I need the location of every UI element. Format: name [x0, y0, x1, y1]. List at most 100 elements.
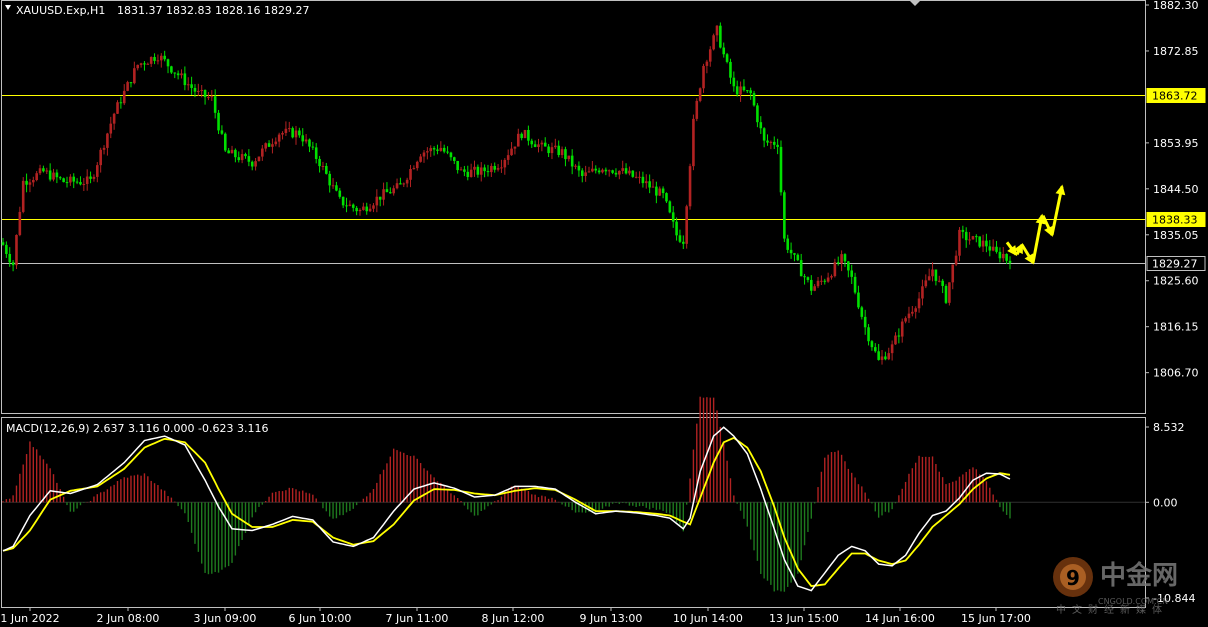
candle-body[interactable]: [284, 128, 288, 133]
candle-body[interactable]: [42, 168, 45, 172]
candle-body[interactable]: [506, 155, 510, 160]
candle-body[interactable]: [45, 170, 49, 172]
candle-body[interactable]: [321, 165, 325, 167]
candle-body[interactable]: [809, 279, 813, 291]
candle-body[interactable]: [358, 209, 362, 212]
candle-body[interactable]: [682, 241, 685, 244]
candle-body[interactable]: [163, 55, 166, 60]
candle-body[interactable]: [1005, 253, 1008, 261]
candle-body[interactable]: [756, 105, 759, 123]
candle-body[interactable]: [38, 168, 42, 174]
candle-body[interactable]: [580, 170, 584, 177]
candle-body[interactable]: [476, 166, 480, 175]
candle-body[interactable]: [11, 262, 15, 266]
candle-body[interactable]: [887, 353, 891, 360]
candle-body[interactable]: [203, 89, 207, 98]
candle-body[interactable]: [951, 264, 955, 283]
candle-body[interactable]: [287, 128, 291, 130]
candle-body[interactable]: [294, 130, 298, 138]
candle-body[interactable]: [230, 149, 234, 154]
candle-body[interactable]: [948, 282, 951, 303]
candle-body[interactable]: [345, 205, 348, 207]
candle-body[interactable]: [257, 156, 261, 162]
candle-body[interactable]: [513, 146, 517, 149]
candle-body[interactable]: [796, 254, 800, 261]
candle-body[interactable]: [789, 249, 793, 254]
candle-body[interactable]: [139, 63, 143, 65]
candle-body[interactable]: [436, 149, 439, 151]
candle-body[interactable]: [58, 177, 62, 179]
candle-body[interactable]: [402, 183, 406, 185]
candle-body[interactable]: [816, 280, 820, 287]
candle-body[interactable]: [836, 262, 840, 264]
candle-body[interactable]: [106, 133, 109, 148]
candle-body[interactable]: [597, 170, 601, 173]
candle-body[interactable]: [311, 146, 315, 148]
candle-body[interactable]: [547, 146, 550, 154]
candle-body[interactable]: [173, 72, 177, 74]
candle-body[interactable]: [166, 59, 170, 67]
candle-body[interactable]: [15, 234, 18, 266]
candle-body[interactable]: [62, 178, 65, 183]
candle-body[interactable]: [527, 129, 530, 141]
candle-body[interactable]: [183, 73, 187, 86]
candle-body[interactable]: [634, 176, 638, 178]
candle-body[interactable]: [927, 276, 931, 281]
candle-body[interactable]: [96, 165, 99, 177]
candle-body[interactable]: [372, 205, 375, 209]
candle-body[interactable]: [870, 341, 874, 348]
candle-body[interactable]: [89, 176, 92, 179]
candle-body[interactable]: [1008, 260, 1012, 263]
candle-body[interactable]: [486, 171, 490, 173]
candle-body[interactable]: [924, 280, 928, 287]
candle-body[interactable]: [762, 128, 766, 141]
candle-body[interactable]: [338, 190, 342, 197]
candle-body[interactable]: [207, 97, 210, 99]
candle-body[interactable]: [227, 150, 230, 154]
candle-body[interactable]: [725, 54, 729, 62]
candle-body[interactable]: [766, 140, 769, 143]
candle-body[interactable]: [281, 132, 284, 135]
candle-body[interactable]: [523, 129, 527, 139]
candle-body[interactable]: [860, 307, 864, 317]
candle-body[interactable]: [449, 152, 453, 158]
candle-body[interactable]: [463, 169, 466, 172]
candle-body[interactable]: [405, 179, 409, 184]
candle-body[interactable]: [412, 168, 416, 170]
candle-body[interactable]: [325, 165, 328, 174]
candle-body[interactable]: [439, 147, 443, 151]
candle-body[interactable]: [530, 140, 534, 145]
candle-body[interactable]: [826, 277, 830, 282]
candle-body[interactable]: [776, 144, 779, 147]
candle-body[interactable]: [564, 149, 567, 160]
candle-body[interactable]: [18, 211, 22, 235]
candle-body[interactable]: [392, 188, 395, 194]
candle-body[interactable]: [698, 88, 702, 101]
candle-body[interactable]: [786, 238, 790, 250]
candle-body[interactable]: [271, 144, 274, 147]
candle-body[interactable]: [715, 25, 719, 36]
candle-body[interactable]: [378, 196, 382, 200]
candle-body[interactable]: [560, 149, 564, 156]
candle-body[interactable]: [540, 142, 544, 145]
candle-body[interactable]: [254, 161, 257, 167]
candle-body[interactable]: [210, 96, 214, 98]
candle-body[interactable]: [823, 280, 827, 282]
candle-body[interactable]: [382, 189, 385, 200]
scroll-marker-icon[interactable]: [909, 0, 921, 6]
dropdown-triangle-icon[interactable]: [5, 5, 11, 10]
candle-body[interactable]: [850, 270, 854, 277]
candle-body[interactable]: [880, 356, 884, 360]
candle-body[interactable]: [341, 196, 345, 206]
candle-body[interactable]: [479, 167, 483, 175]
candle-body[interactable]: [604, 169, 608, 172]
candle-body[interactable]: [72, 176, 76, 182]
candle-body[interactable]: [52, 172, 55, 180]
candle-body[interactable]: [638, 176, 641, 178]
candle-body[interactable]: [658, 188, 662, 196]
candle-body[interactable]: [516, 133, 520, 147]
candle-body[interactable]: [884, 356, 887, 360]
candle-body[interactable]: [847, 261, 850, 271]
candle-body[interactable]: [685, 206, 688, 244]
candle-body[interactable]: [799, 260, 803, 277]
